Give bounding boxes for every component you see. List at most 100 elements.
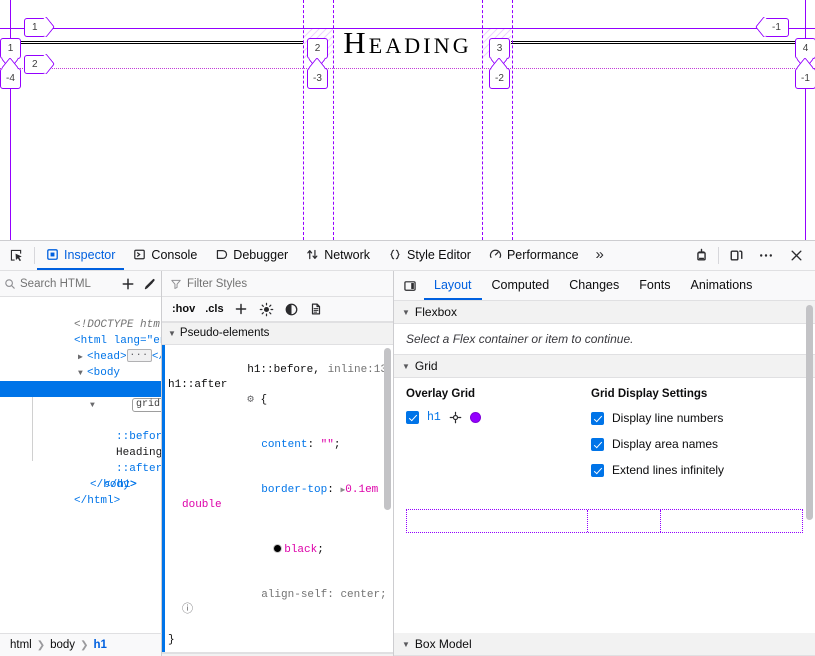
light-color-scheme-icon[interactable]: [255, 298, 278, 320]
tab-animations[interactable]: Animations: [681, 271, 763, 300]
grid-section-header[interactable]: ▼ Grid: [394, 355, 815, 378]
toggle-sidebar-icon[interactable]: [396, 271, 424, 300]
rules-scrollbar[interactable]: [384, 348, 391, 510]
declaration-align-self[interactable]: align-self: center; ⓘ: [168, 573, 387, 633]
color-swatch-black[interactable]: [273, 544, 282, 553]
declaration-border-color[interactable]: black;: [168, 528, 387, 573]
devtools-settings-menu-icon[interactable]: [751, 241, 781, 270]
style-editor-icon: [388, 248, 402, 261]
breadcrumb-item-h1[interactable]: h1: [93, 639, 106, 651]
print-media-icon[interactable]: [305, 298, 328, 320]
overlay-grid-element-name[interactable]: h1: [427, 411, 441, 424]
element-picker-icon[interactable]: [0, 241, 32, 270]
pseudo-class-toggle-button[interactable]: :hov: [168, 301, 199, 317]
twisty-expanded-icon: ▼: [402, 308, 410, 317]
tab-fonts[interactable]: Fonts: [629, 271, 680, 300]
grid-section-body: Overlay Grid h1: [394, 378, 815, 495]
rule-selector[interactable]: h1::before, h1::after: [168, 364, 326, 391]
overlay-grid-checkbox[interactable]: [406, 411, 419, 424]
tab-style-editor-label: Style Editor: [407, 248, 471, 262]
box-model-section-header[interactable]: ▼ Box Model: [394, 633, 815, 656]
grid-color-swatch[interactable]: [470, 412, 481, 423]
tree-node-h1-close[interactable]: </h1>: [0, 445, 161, 461]
rule-close-brace: }: [168, 633, 387, 648]
filter-styles-input[interactable]: Filter Styles: [162, 271, 393, 297]
extend-lines-infinitely-checkbox[interactable]: [591, 464, 604, 477]
tab-network[interactable]: Network: [297, 241, 379, 270]
grid-preview-cell[interactable]: [587, 510, 660, 532]
layout-scrollbar[interactable]: [806, 305, 813, 520]
tree-node-before[interactable]: ::before: [0, 397, 161, 413]
tab-computed[interactable]: Computed: [482, 271, 560, 300]
pseudo-elements-section-header[interactable]: ▼ Pseudo-elements: [162, 322, 393, 345]
grid-column-badge-negative-3[interactable]: -3: [307, 68, 328, 89]
rules-toolbar: :hov .cls: [162, 297, 393, 322]
rule-source-link[interactable]: inline:13: [328, 363, 387, 378]
tab-performance-label: Performance: [507, 248, 579, 262]
tree-indent-guide: [32, 429, 33, 445]
tree-node-h1-selected[interactable]: ▼<h1> grid: [0, 381, 161, 397]
tab-console[interactable]: Console: [124, 241, 206, 270]
chevron-double-right-icon: »: [596, 246, 604, 263]
tree-node-body-open[interactable]: ▼<body: [0, 349, 161, 365]
tab-inspector[interactable]: Inspector: [37, 241, 124, 270]
setting-display-area-names[interactable]: Display area names: [591, 437, 803, 451]
declaration-border-top[interactable]: border-top: ▶0.1em double: [168, 468, 387, 528]
setting-display-line-numbers[interactable]: Display line numbers: [591, 411, 803, 425]
grid-column-badge-negative-2[interactable]: -2: [489, 68, 510, 89]
add-rule-button[interactable]: [230, 298, 253, 320]
tab-changes[interactable]: Changes: [559, 271, 629, 300]
tab-fonts-label: Fonts: [639, 278, 670, 292]
performance-icon: [489, 248, 502, 261]
dark-color-scheme-icon[interactable]: [280, 298, 303, 320]
display-line-numbers-label: Display line numbers: [612, 411, 723, 425]
grid-preview-cell[interactable]: [407, 510, 587, 532]
grid-outline-preview[interactable]: [406, 509, 803, 533]
toolbar-separator-2: [718, 247, 719, 264]
grid-preview-cell[interactable]: [660, 510, 802, 532]
breadcrumb-item-body[interactable]: body: [50, 639, 75, 651]
split-console-icon[interactable]: [721, 241, 751, 270]
flexbox-section-header[interactable]: ▼ Flexbox: [394, 301, 815, 324]
eyedropper-icon[interactable]: [139, 272, 161, 296]
add-node-icon[interactable]: [117, 272, 139, 296]
close-devtools-icon[interactable]: [781, 241, 811, 270]
display-line-numbers-checkbox[interactable]: [591, 412, 604, 425]
breadcrumb-item-html[interactable]: html: [10, 639, 32, 651]
tree-node-html-close[interactable]: </html>: [0, 477, 161, 493]
tree-node-text[interactable]: Heading: [0, 413, 161, 429]
tab-computed-label: Computed: [492, 278, 550, 292]
tab-overflow-button[interactable]: »: [588, 241, 612, 270]
page-viewport[interactable]: Heading 1 -1 2 1 -4 2: [0, 0, 815, 240]
setting-extend-lines-infinitely[interactable]: Extend lines infinitely: [591, 463, 803, 477]
extend-lines-label: Extend lines infinitely: [612, 463, 724, 477]
grid-target-icon[interactable]: [449, 411, 462, 424]
tree-node-doctype[interactable]: <!DOCTYPE html>: [0, 301, 161, 317]
responsive-design-mode-icon[interactable]: [686, 241, 716, 270]
html-tree[interactable]: <!DOCTYPE html> <html lang="en"> ▶<head>…: [0, 297, 161, 656]
tab-debugger[interactable]: Debugger: [206, 241, 297, 270]
tab-style-editor[interactable]: Style Editor: [379, 241, 480, 270]
rules-view-panel: Filter Styles :hov .cls: [162, 271, 394, 656]
class-toggle-button[interactable]: .cls: [201, 301, 227, 317]
overlay-grid-row[interactable]: h1: [406, 411, 591, 424]
grid-column-badge-negative-4[interactable]: -4: [0, 68, 21, 89]
rule-h1-pseudo[interactable]: inline:13h1::before, h1::after ⚙ { conte…: [162, 345, 393, 653]
filter-icon: [170, 278, 182, 290]
inactive-css-info-icon[interactable]: ⓘ: [182, 604, 193, 616]
tree-node-head[interactable]: ▶<head>···</head>: [0, 333, 161, 349]
layout-accordion[interactable]: ▼ Flexbox Select a Flex container or ite…: [394, 301, 815, 656]
tab-performance[interactable]: Performance: [480, 241, 588, 270]
tree-node-html[interactable]: <html lang="en">: [0, 317, 161, 333]
grid-target-icon[interactable]: ⚙: [247, 394, 254, 406]
tab-debugger-label: Debugger: [233, 248, 288, 262]
devtools-body: Search HTML <!DOCTYPE html>: [0, 271, 815, 656]
rules-list[interactable]: ▼ Pseudo-elements inline:13h1::before, h…: [162, 322, 393, 656]
search-input[interactable]: Search HTML: [4, 278, 117, 290]
grid-column-badge-negative-1[interactable]: -1: [795, 68, 815, 89]
tree-node-after[interactable]: ::after: [0, 429, 161, 445]
display-area-names-checkbox[interactable]: [591, 438, 604, 451]
tree-node-body-close[interactable]: </body>: [0, 461, 161, 477]
tab-layout[interactable]: Layout: [424, 271, 482, 300]
declaration-content[interactable]: content: "";: [168, 423, 387, 468]
